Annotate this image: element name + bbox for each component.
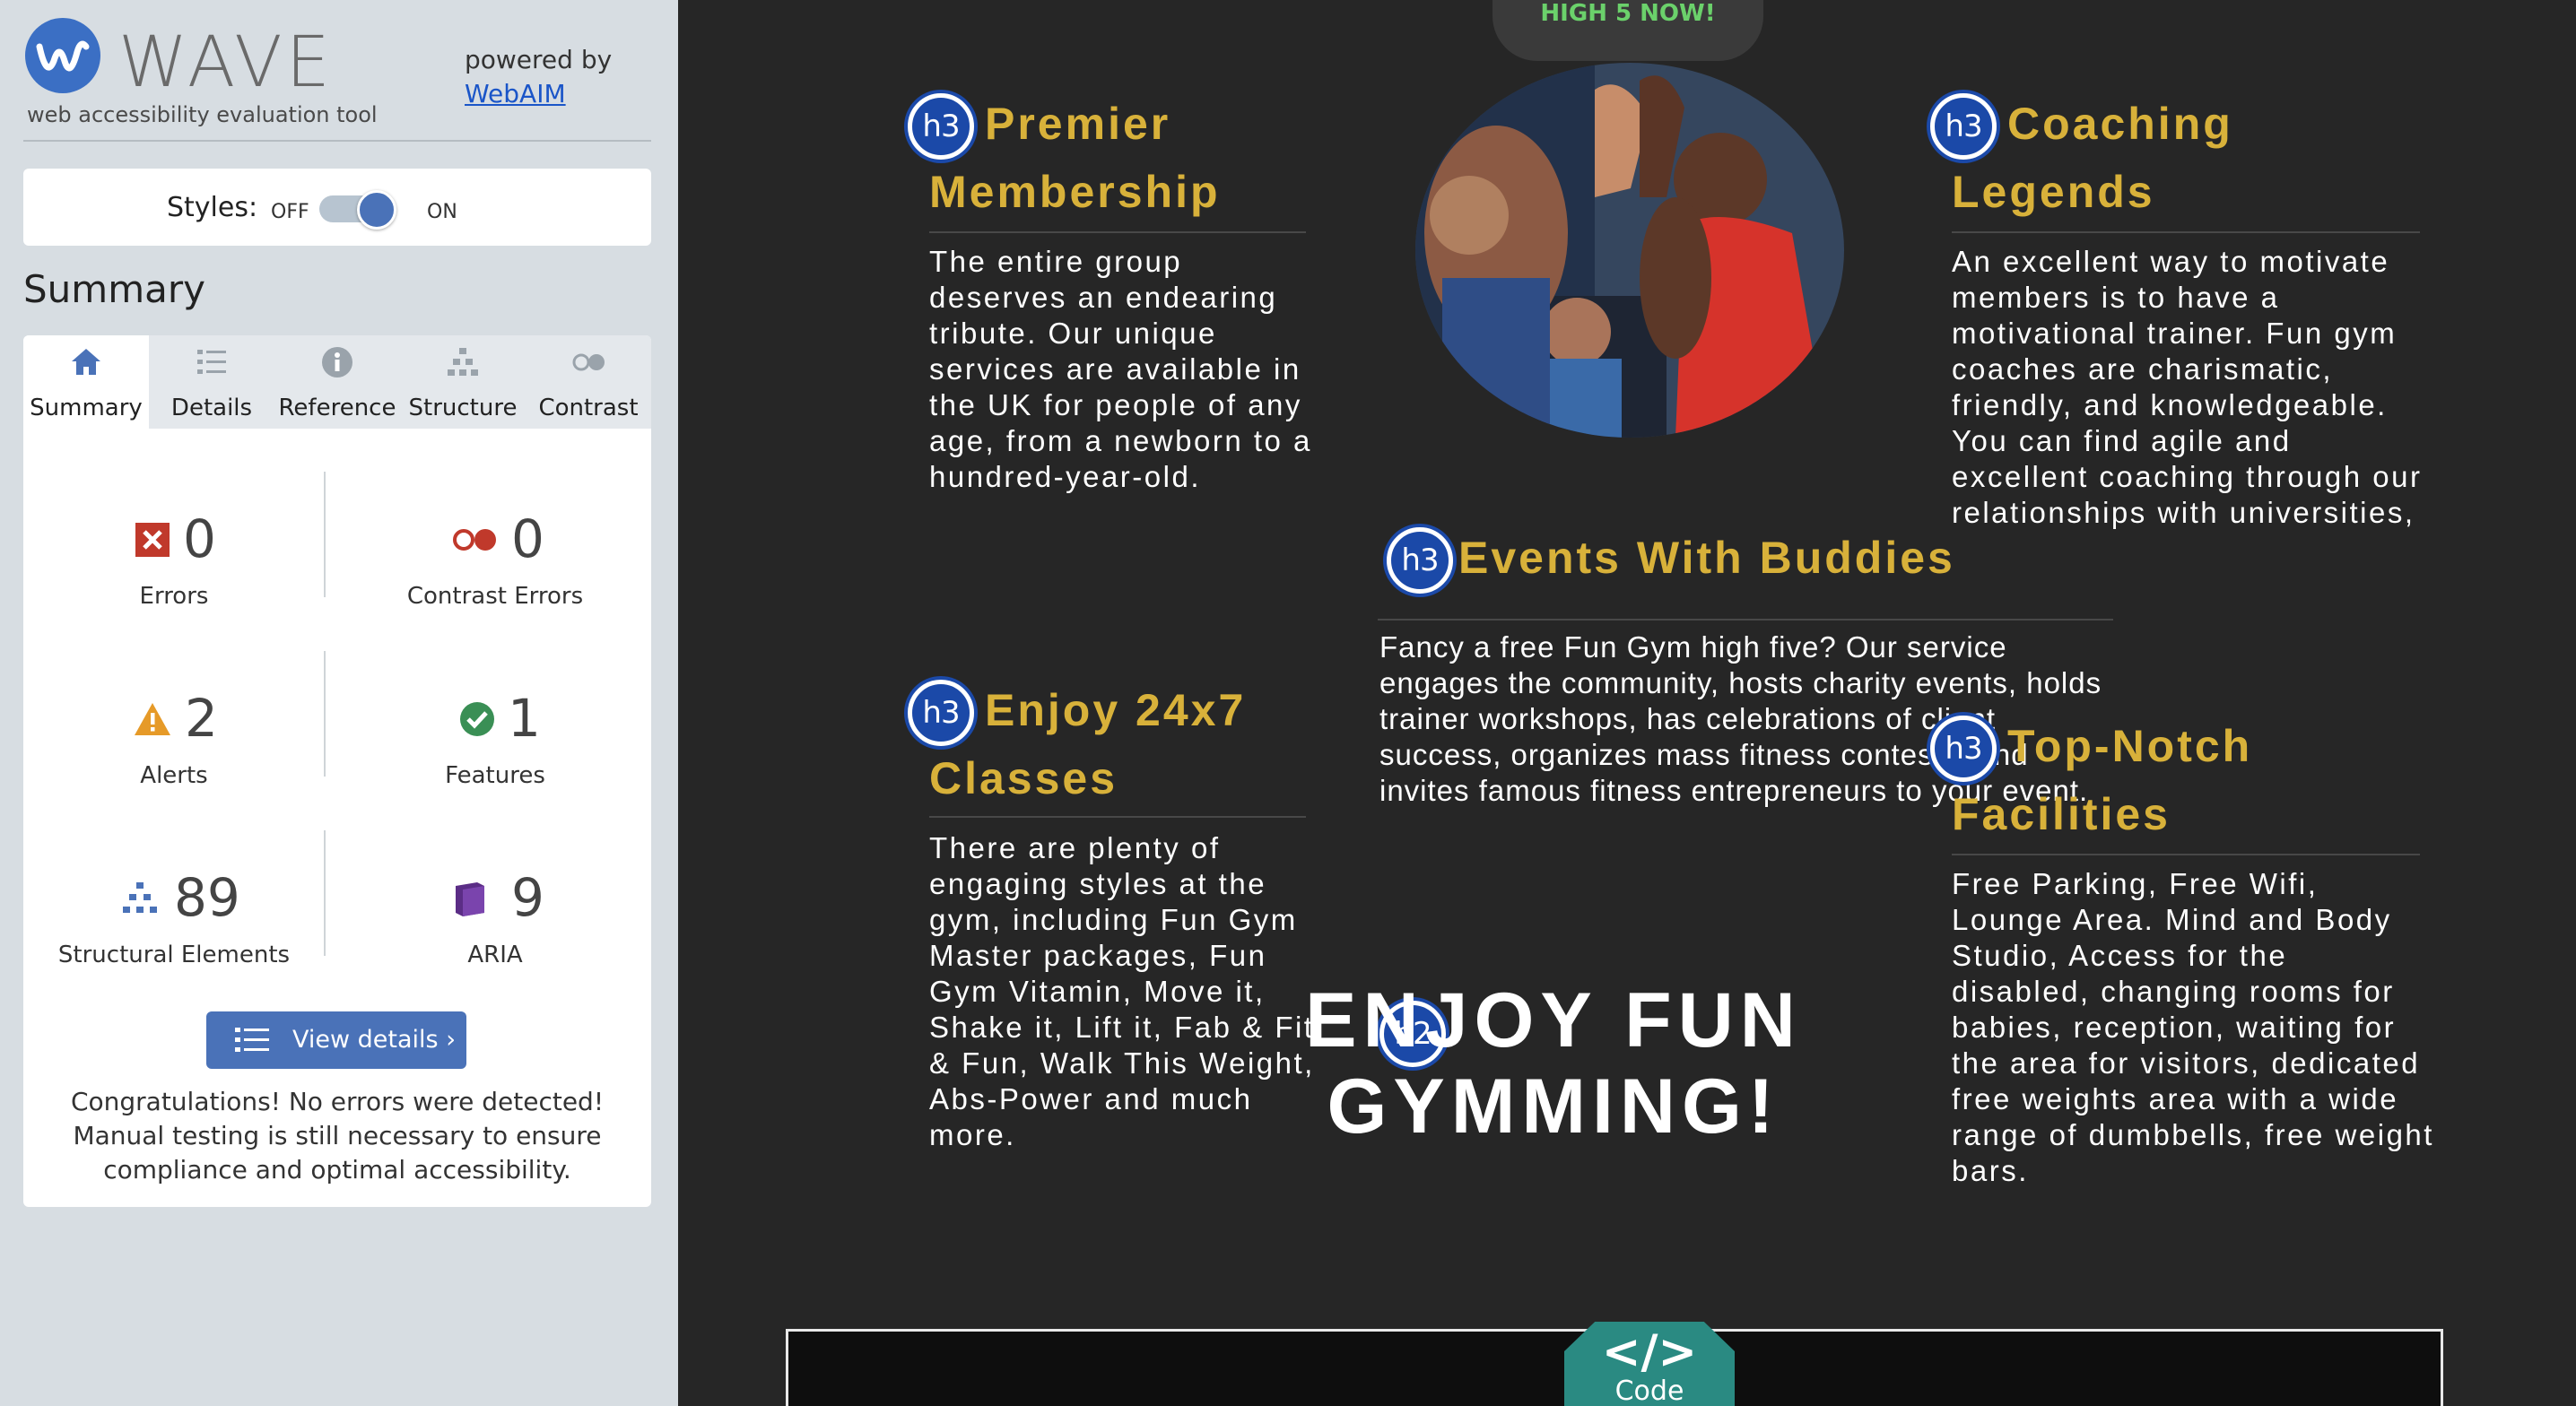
tab-label: Reference xyxy=(278,395,396,421)
alerts-label: Alerts xyxy=(140,762,208,789)
contrast-icon xyxy=(572,353,605,371)
divider xyxy=(324,651,326,777)
view-details-button[interactable]: View details › xyxy=(206,1011,466,1069)
wave-logo-icon xyxy=(25,18,100,93)
divider xyxy=(324,830,326,956)
tab-summary[interactable]: Summary xyxy=(23,335,149,429)
enjoy-fun-gymming-heading: ENJOY FUN GYMMING! xyxy=(1305,977,1802,1150)
contrast-errors-count: 0 xyxy=(511,508,544,569)
code-toggle-button[interactable]: </> Code xyxy=(1564,1322,1735,1406)
tab-label: Structure xyxy=(408,395,518,421)
facilities-title: Top-Notch Facilities xyxy=(1952,721,2253,839)
wave-subtitle: web accessibility evaluation tool xyxy=(27,102,378,127)
aria-stat: 9 ARIA xyxy=(352,866,639,992)
enjoy-body: There are plenty of engaging styles at t… xyxy=(929,831,1315,1151)
webaim-link[interactable]: WebAIM xyxy=(465,77,612,111)
divider xyxy=(929,816,1306,818)
premier-title: Premier Membership xyxy=(929,99,1221,217)
congrats-message: Congratulations! No errors were detected… xyxy=(70,1087,605,1185)
tab-contrast[interactable]: Contrast xyxy=(526,335,651,429)
structural-count: 89 xyxy=(174,867,240,928)
styles-off-label: OFF xyxy=(271,201,309,223)
divider xyxy=(1952,854,2420,855)
high-five-photo xyxy=(1415,63,1844,438)
styles-on-label: ON xyxy=(427,201,457,223)
view-details-label: View details › xyxy=(292,1026,456,1054)
divider xyxy=(1378,619,2113,621)
errors-count: 0 xyxy=(183,508,216,569)
summary-heading: Summary xyxy=(23,267,205,311)
divider xyxy=(929,231,1306,233)
aria-label: ARIA xyxy=(467,942,523,968)
list-icon xyxy=(235,1028,269,1052)
styles-toggle-panel: Styles: OFF ON xyxy=(23,169,651,246)
list-icon xyxy=(197,350,226,374)
features-label: Features xyxy=(445,762,545,789)
events-title: Events With Buddies xyxy=(1458,533,1955,583)
coaching-body: An excellent way to motivate members is … xyxy=(1952,245,2423,529)
structure-icon xyxy=(448,348,478,376)
divider xyxy=(1952,231,2420,233)
tab-label: Details xyxy=(170,395,253,421)
powered-by: powered by WebAIM xyxy=(465,43,612,111)
styles-label: Styles: xyxy=(167,192,258,223)
high-five-button[interactable]: HIGH 5 NOW! xyxy=(1493,0,1763,61)
alerts-count: 2 xyxy=(185,688,218,749)
feature-icon xyxy=(460,702,494,736)
structural-elements-stat: 89 Structural Elements xyxy=(30,866,318,992)
styles-toggle-knob[interactable] xyxy=(357,190,396,230)
errors-stat: 0 Errors xyxy=(30,508,318,633)
summary-panel: Summary Details Reference Structure Cont… xyxy=(23,335,651,1207)
tab-bar: Summary Details Reference Structure Cont… xyxy=(23,335,651,429)
features-stat: 1 Features xyxy=(352,687,639,812)
contrast-error-icon xyxy=(453,529,496,551)
alert-icon xyxy=(135,703,170,735)
enjoy-title: Enjoy 24x7 Classes xyxy=(929,685,1247,803)
premier-body: The entire group deserves an endearing t… xyxy=(929,245,1312,493)
tab-structure[interactable]: Structure xyxy=(400,335,526,429)
tab-reference[interactable]: Reference xyxy=(274,335,400,429)
contrast-errors-stat: 0 Contrast Errors xyxy=(352,508,639,633)
errors-label: Errors xyxy=(139,583,209,610)
facilities-body: Free Parking, Free Wifi, Lounge Area. Mi… xyxy=(1952,867,2434,1187)
wave-title: WAVE xyxy=(118,22,334,103)
wave-sidebar: WAVE web accessibility evaluation tool p… xyxy=(0,0,678,1406)
aria-count: 9 xyxy=(511,867,544,928)
alerts-stat: 2 Alerts xyxy=(30,687,318,812)
home-icon xyxy=(72,349,100,375)
divider xyxy=(23,140,651,142)
evaluated-webpage: HIGH 5 NOW! h3 Premier Membership The en… xyxy=(678,0,2576,1406)
info-icon xyxy=(322,347,352,378)
tab-details[interactable]: Details xyxy=(149,335,274,429)
structural-label: Structural Elements xyxy=(57,942,291,968)
tab-label: Contrast xyxy=(538,395,639,421)
code-icon: </> xyxy=(1601,1325,1698,1379)
h3-badge: h3 xyxy=(1387,527,1453,594)
divider xyxy=(324,472,326,597)
structure-icon xyxy=(123,882,157,913)
powered-by-text: powered by xyxy=(465,45,613,74)
coaching-title: Coaching Legends xyxy=(1952,99,2233,217)
high-five-label: HIGH 5 NOW! xyxy=(1540,0,1716,27)
contrast-errors-label: Contrast Errors xyxy=(406,583,584,610)
tab-label: Summary xyxy=(30,395,143,421)
code-label: Code xyxy=(1614,1376,1684,1406)
error-icon xyxy=(135,523,170,557)
aria-icon xyxy=(456,882,484,916)
features-count: 1 xyxy=(508,688,541,749)
